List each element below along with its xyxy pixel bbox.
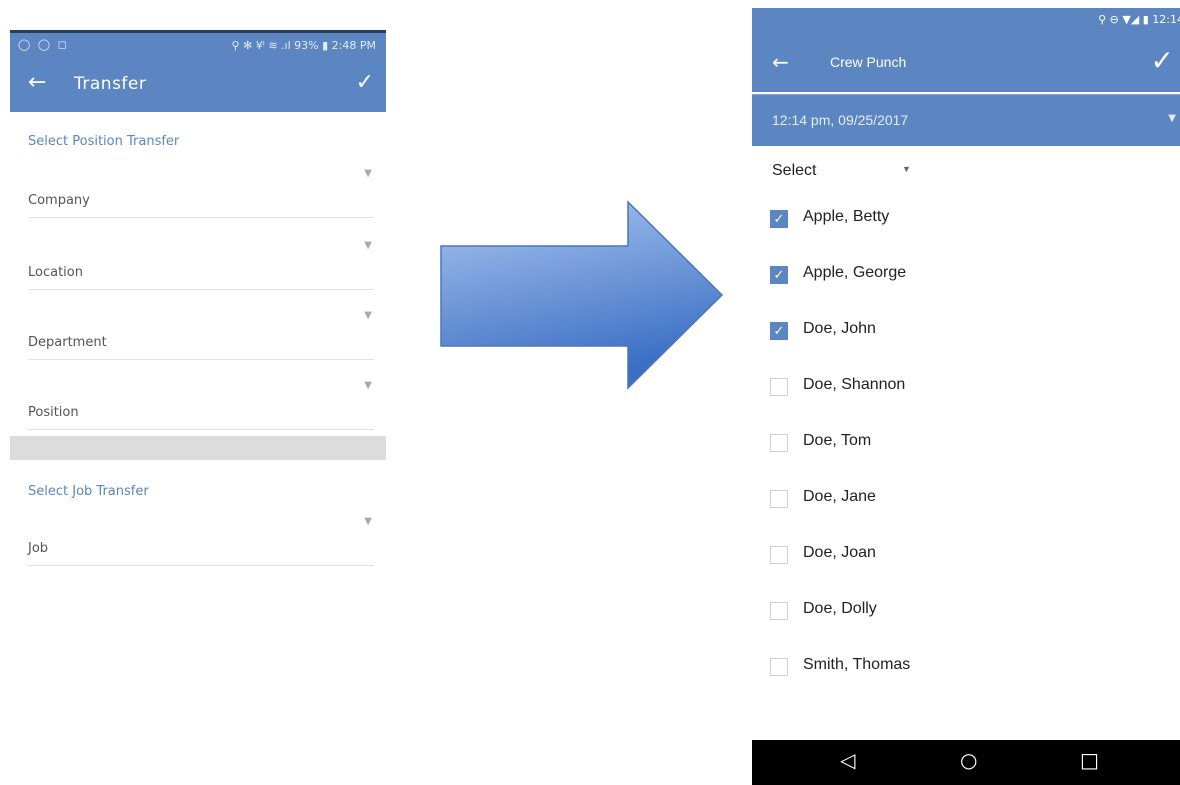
status-bar: ⚲ ⊖ ▼◢ ▮ 12:14 xyxy=(752,8,1180,32)
nav-recents-icon[interactable]: □ xyxy=(1080,748,1099,772)
dropdown-triangle-icon: ▼ xyxy=(364,240,372,251)
employee-row[interactable]: ✓ Apple, Betty xyxy=(770,202,1070,238)
datetime-selector[interactable]: 12:14 pm, 09/25/2017 ▼ xyxy=(752,94,1180,146)
employee-row[interactable]: Doe, Tom xyxy=(770,426,1070,462)
status-bar: ◯ ◯ ◻ ⚲ ✻ ¥ᴵ ≋ .ıl 93% ▮ 2:48 PM xyxy=(10,30,386,58)
dropdown-triangle-icon: ▼ xyxy=(364,310,372,321)
status-time: 12:14 xyxy=(1152,13,1180,26)
page-title: Crew Punch xyxy=(830,54,907,70)
transfer-screen: ◯ ◯ ◻ ⚲ ✻ ¥ᴵ ≋ .ıl 93% ▮ 2:48 PM ← Trans… xyxy=(10,30,386,590)
checkbox-unchecked-icon[interactable] xyxy=(770,434,788,452)
company-label: Company xyxy=(28,193,90,208)
employee-row[interactable]: Doe, Dolly xyxy=(770,594,1070,630)
datetime-value: 12:14 pm, 09/25/2017 xyxy=(772,112,909,128)
employee-name: Smith, Thomas xyxy=(803,656,911,673)
employee-row[interactable]: Doe, Joan xyxy=(770,538,1070,574)
select-label: Select xyxy=(772,162,817,179)
job-transfer-heading: Select Job Transfer xyxy=(28,484,149,499)
checkbox-unchecked-icon[interactable] xyxy=(770,602,788,620)
status-icons: ⚲ ⊖ ▼◢ ▮ xyxy=(1098,13,1153,26)
employee-name: Doe, Joan xyxy=(803,544,876,561)
checkbox-unchecked-icon[interactable] xyxy=(770,546,788,564)
position-dropdown[interactable]: Position ▼ xyxy=(28,380,374,430)
app-toolbar: ← Crew Punch ✓ xyxy=(752,32,1180,92)
checkbox-checked-icon[interactable]: ✓ xyxy=(770,322,788,340)
job-label: Job xyxy=(28,541,49,556)
crew-punch-screen: ⚲ ⊖ ▼◢ ▮ 12:14 ← Crew Punch ✓ 12:14 pm, … xyxy=(752,8,1180,785)
dropdown-triangle-icon: ▼ xyxy=(902,164,911,174)
company-dropdown[interactable]: Company ▼ xyxy=(28,168,374,218)
confirm-check-icon[interactable]: ✓ xyxy=(1151,44,1174,77)
location-dropdown[interactable]: Location ▼ xyxy=(28,240,374,290)
employee-name: Doe, Shannon xyxy=(803,376,906,393)
dropdown-triangle-icon: ▼ xyxy=(364,168,372,179)
employee-row[interactable]: ✓ Doe, John xyxy=(770,314,1070,350)
checkbox-unchecked-icon[interactable] xyxy=(770,658,788,676)
back-arrow-icon[interactable]: ← xyxy=(772,50,789,74)
department-label: Department xyxy=(28,335,107,350)
job-dropdown[interactable]: Job ▼ xyxy=(28,516,374,566)
employee-row[interactable]: Smith, Thomas xyxy=(770,650,1070,686)
employee-row[interactable]: Doe, Shannon xyxy=(770,370,1070,406)
employee-name: Doe, John xyxy=(803,320,876,337)
employee-name: Apple, George xyxy=(803,264,907,281)
section-divider xyxy=(10,436,386,460)
employee-name: Apple, Betty xyxy=(803,208,890,225)
dropdown-triangle-icon: ▼ xyxy=(364,516,372,527)
back-arrow-icon[interactable]: ← xyxy=(28,70,46,95)
employee-row[interactable]: ✓ Apple, George xyxy=(770,258,1070,294)
employee-name: Doe, Tom xyxy=(803,432,872,449)
department-dropdown[interactable]: Department ▼ xyxy=(28,310,374,360)
transition-arrow-icon xyxy=(440,200,724,390)
app-toolbar: ← Transfer ✓ xyxy=(10,58,386,112)
nav-back-icon[interactable]: ◁ xyxy=(840,748,855,772)
confirm-check-icon[interactable]: ✓ xyxy=(356,70,374,95)
dropdown-triangle-icon: ▼ xyxy=(364,380,372,391)
checkbox-checked-icon[interactable]: ✓ xyxy=(770,266,788,284)
employee-row[interactable]: Doe, Jane xyxy=(770,482,1070,518)
system-nav-bar: ◁ ○ □ xyxy=(752,740,1180,785)
select-dropdown[interactable]: Select ▼ xyxy=(772,162,911,180)
employee-name: Doe, Dolly xyxy=(803,600,877,617)
position-transfer-heading: Select Position Transfer xyxy=(28,134,180,149)
dropdown-triangle-icon: ▼ xyxy=(1168,113,1176,124)
page-title: Transfer xyxy=(74,74,147,94)
status-icons-right: ⚲ ✻ ¥ᴵ ≋ .ıl 93% ▮ 2:48 PM xyxy=(231,39,376,52)
checkbox-unchecked-icon[interactable] xyxy=(770,378,788,396)
position-label: Position xyxy=(28,405,79,420)
checkbox-unchecked-icon[interactable] xyxy=(770,490,788,508)
checkbox-checked-icon[interactable]: ✓ xyxy=(770,210,788,228)
location-label: Location xyxy=(28,265,83,280)
status-icons-left: ◯ ◯ ◻ xyxy=(18,38,69,51)
nav-home-icon[interactable]: ○ xyxy=(960,748,977,772)
employee-name: Doe, Jane xyxy=(803,488,876,505)
